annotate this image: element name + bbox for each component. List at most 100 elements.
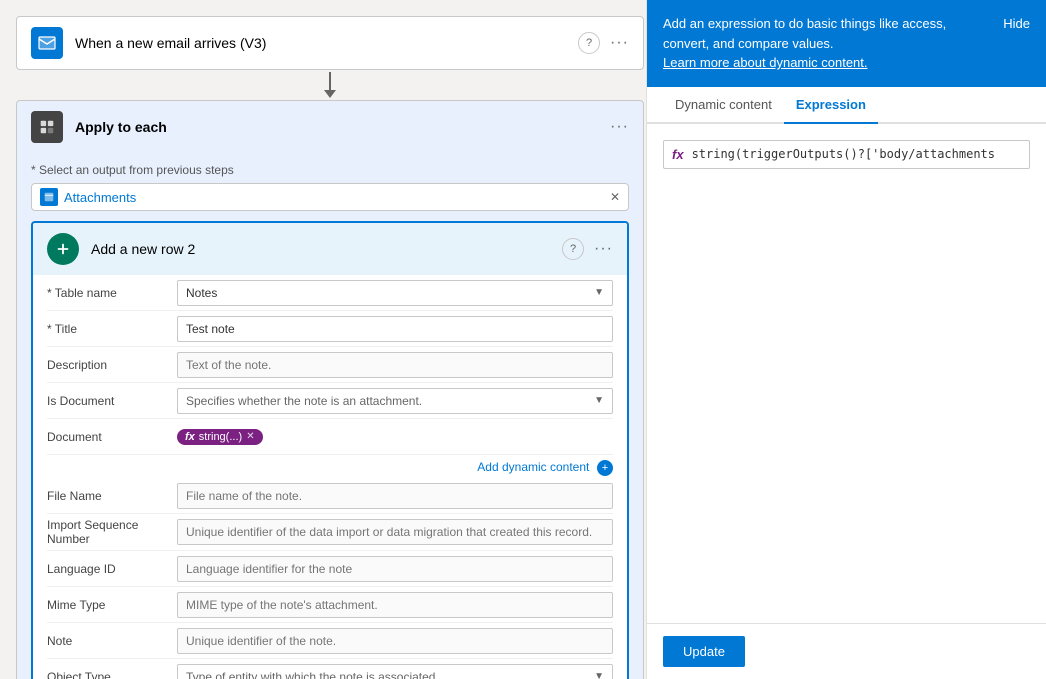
add-dynamic-content-row: Add dynamic content +: [47, 455, 613, 478]
is-document-label: Is Document: [47, 394, 177, 408]
row-card-actions: ? ···: [562, 238, 613, 260]
document-fx-tag[interactable]: fx string(...) ✕: [177, 429, 263, 445]
language-id-field: [177, 556, 613, 582]
row-card-dots-btn[interactable]: ···: [594, 240, 613, 258]
table-name-chevron-icon: ▼: [594, 287, 604, 298]
row-card-body: * Table name Notes ▼ * Title: [33, 275, 627, 679]
panel-expression-area: fx: [647, 124, 1046, 624]
mime-type-field: [177, 592, 613, 618]
note-input[interactable]: [177, 628, 613, 654]
row-card-help-btn[interactable]: ?: [562, 238, 584, 260]
is-document-select[interactable]: Specifies whether the note is an attachm…: [177, 388, 613, 414]
attachments-tag-icon: [40, 188, 58, 206]
note-label: Note: [47, 634, 177, 648]
object-type-field: Type of entity with which the note is as…: [177, 664, 613, 679]
table-name-label: * Table name: [47, 286, 177, 300]
apply-each-actions: ···: [610, 118, 629, 136]
object-type-chevron-icon: ▼: [594, 671, 604, 679]
row-card-title: Add a new row 2: [91, 241, 562, 257]
mime-type-row: Mime Type: [47, 587, 613, 623]
table-name-field: Notes ▼: [177, 280, 613, 306]
document-row: Document fx string(...) ✕: [47, 419, 613, 455]
attachments-tag-text: Attachments: [64, 190, 604, 205]
title-label: * Title: [47, 322, 177, 336]
apply-each-icon: [31, 111, 63, 143]
panel-info-banner: Add an expression to do basic things lik…: [647, 0, 1046, 87]
language-id-input[interactable]: [177, 556, 613, 582]
apply-each-header: Apply to each ···: [17, 101, 643, 153]
note-row: Note: [47, 623, 613, 659]
object-type-select[interactable]: Type of entity with which the note is as…: [177, 664, 613, 679]
document-field: fx string(...) ✕: [177, 429, 613, 445]
description-input[interactable]: [177, 352, 613, 378]
note-field: [177, 628, 613, 654]
description-field: [177, 352, 613, 378]
apply-each-dots-btn[interactable]: ···: [610, 118, 629, 136]
trigger-dots-btn[interactable]: ···: [610, 34, 629, 52]
document-tag-field[interactable]: fx string(...) ✕: [177, 429, 613, 445]
description-label: Description: [47, 358, 177, 372]
object-type-label: Object Type: [47, 670, 177, 679]
is-document-field: Specifies whether the note is an attachm…: [177, 388, 613, 414]
file-name-field: [177, 483, 613, 509]
tab-dynamic-content[interactable]: Dynamic content: [663, 87, 784, 124]
add-dynamic-content-link[interactable]: Add dynamic content: [477, 460, 589, 474]
main-canvas: When a new email arrives (V3) ? ···: [0, 0, 660, 679]
file-name-row: File Name: [47, 478, 613, 514]
update-button[interactable]: Update: [663, 636, 745, 667]
document-fx-tag-text: string(...): [199, 431, 242, 443]
file-name-input[interactable]: [177, 483, 613, 509]
file-name-label: File Name: [47, 489, 177, 503]
connector-1: [16, 70, 644, 100]
trigger-help-btn[interactable]: ?: [578, 32, 600, 54]
row-card-header: Add a new row 2 ? ···: [33, 223, 627, 275]
object-type-row: Object Type Type of entity with which th…: [47, 659, 613, 679]
title-field: [177, 316, 613, 342]
arrow-1: [324, 72, 336, 98]
right-panel: Add an expression to do basic things lik…: [646, 0, 1046, 679]
fx-icon: fx: [185, 431, 195, 443]
trigger-actions: ? ···: [578, 32, 629, 54]
apply-each-title: Apply to each: [75, 119, 610, 135]
expression-input-row: fx: [663, 140, 1030, 169]
document-fx-tag-close[interactable]: ✕: [246, 431, 254, 442]
connector-line: [329, 72, 331, 90]
panel-banner-text: Add an expression to do basic things lik…: [663, 16, 946, 51]
row-card: Add a new row 2 ? ··· * Table name: [31, 221, 629, 679]
import-seq-label: Import Sequence Number: [47, 518, 177, 546]
trigger-card: When a new email arrives (V3) ? ···: [16, 16, 644, 70]
attachments-tag[interactable]: Attachments ✕: [31, 183, 629, 211]
select-output-label: * Select an output from previous steps: [31, 163, 629, 177]
panel-learn-more-link[interactable]: Learn more about dynamic content.: [663, 55, 868, 70]
tab-expression[interactable]: Expression: [784, 87, 878, 124]
panel-info-text: Add an expression to do basic things lik…: [663, 14, 991, 73]
panel-tabs: Dynamic content Expression: [647, 87, 1046, 124]
mime-type-input[interactable]: [177, 592, 613, 618]
import-seq-row: Import Sequence Number: [47, 514, 613, 551]
title-row: * Title: [47, 311, 613, 347]
apply-each-container: Apply to each ··· * Select an output fro…: [16, 100, 644, 679]
table-name-select[interactable]: Notes ▼: [177, 280, 613, 306]
add-dynamic-btn[interactable]: +: [597, 460, 613, 476]
trigger-title: When a new email arrives (V3): [75, 35, 578, 51]
apply-each-body: * Select an output from previous steps A…: [17, 153, 643, 679]
mime-type-label: Mime Type: [47, 598, 177, 612]
connector-arrowhead: [324, 90, 336, 98]
row-card-icon: [47, 233, 79, 265]
import-seq-input[interactable]: [177, 519, 613, 545]
title-input[interactable]: [177, 316, 613, 342]
description-row: Description: [47, 347, 613, 383]
language-id-label: Language ID: [47, 562, 177, 576]
import-seq-field: [177, 519, 613, 545]
panel-hide-btn[interactable]: Hide: [1003, 14, 1030, 34]
table-name-row: * Table name Notes ▼: [47, 275, 613, 311]
is-document-row: Is Document Specifies whether the note i…: [47, 383, 613, 419]
language-id-row: Language ID: [47, 551, 613, 587]
attachments-tag-close[interactable]: ✕: [610, 190, 620, 204]
fx-expression-icon: fx: [672, 147, 684, 162]
panel-update-btn-row: Update: [647, 623, 1046, 679]
is-document-chevron-icon: ▼: [594, 395, 604, 406]
document-label: Document: [47, 430, 177, 444]
email-trigger-icon: [31, 27, 63, 59]
expression-input[interactable]: [692, 147, 1021, 161]
